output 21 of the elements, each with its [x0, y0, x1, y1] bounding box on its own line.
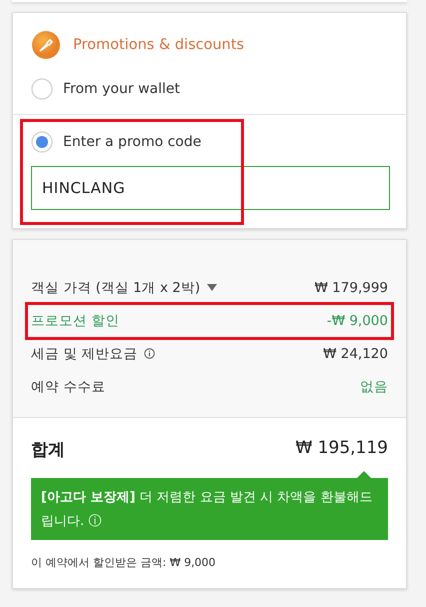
info-icon[interactable] — [144, 348, 155, 359]
promo-code-field[interactable]: HINCLANG — [31, 166, 390, 210]
guarantee-text: [아고다 보장제] 더 저렴한 요금 발견 시 차액을 환불해드립니다. ⓘ — [41, 490, 372, 529]
radio-label[interactable]: From your wallet — [63, 81, 180, 97]
total-price: ₩ 195,119 — [295, 438, 388, 460]
price-value: ₩ 24,120 — [323, 346, 388, 362]
price-value: -₩ 9,000 — [326, 312, 388, 328]
price-label: 세금 및 제반요금 — [31, 344, 138, 362]
price-value: 없음 — [360, 378, 388, 396]
caret-icon[interactable] — [207, 284, 218, 291]
radio-button[interactable] — [31, 131, 53, 153]
price-value: ₩ 179,999 — [314, 280, 388, 296]
savings-note: 이 예약에서 할인받은 금액: ₩ 9,000 — [31, 555, 217, 570]
price-label: 객실 가격 (객실 1개 x 2박) — [31, 278, 200, 296]
price-label: 예약 수수료 — [31, 378, 106, 396]
radio-button[interactable] — [31, 78, 53, 100]
total-label: 합계 — [31, 439, 65, 461]
section-title: Promotions & discounts — [73, 37, 244, 53]
tag-icon — [31, 30, 61, 60]
price-label: 프로모션 할인 — [31, 312, 120, 330]
radio-label[interactable]: Enter a promo code — [63, 134, 202, 150]
